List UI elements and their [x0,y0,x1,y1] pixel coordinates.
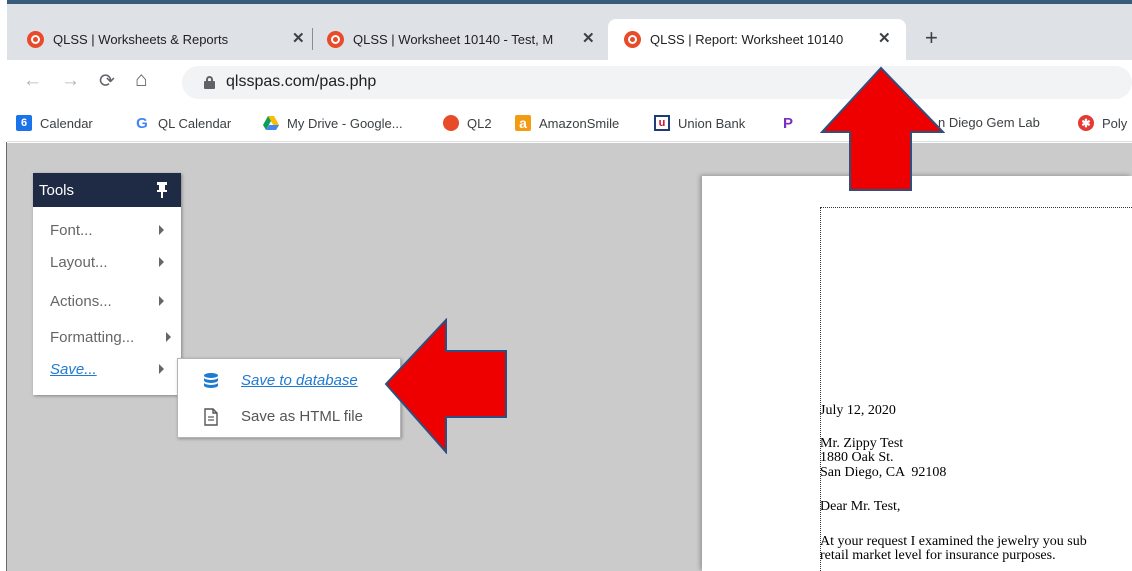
pin-icon[interactable] [157,182,167,198]
report-page [702,176,1132,571]
google-icon: G [136,114,148,132]
bookmark-ql-calendar[interactable]: G QL Calendar [134,114,232,132]
reload-icon[interactable]: ⟳ [99,70,115,93]
qlss-favicon-icon [27,31,44,48]
menu-item-font[interactable]: Font... [33,214,181,246]
google-drive-icon [263,116,279,130]
submenu-label: Save to database [241,372,358,389]
tab-worksheet-10140[interactable]: QLSS | Worksheet 10140 - Test, M ✕ [327,19,607,60]
bookmark-union-bank[interactable]: u Union Bank [654,115,745,131]
address-line: Mr. Zippy Test [820,436,904,451]
tab-title: QLSS | Worksheet 10140 - Test, M [353,32,554,47]
forward-arrow-icon[interactable]: → [61,70,80,92]
bookmark-ql2[interactable]: QL2 [443,115,492,131]
bookmark-amazonsmile[interactable]: a AmazonSmile [515,115,619,131]
menu-item-actions[interactable]: Actions... [33,285,181,317]
browser-toolbar: ← → ⟳ ⌂ qlsspas.com/pas.php [7,60,1132,104]
document-icon [204,408,218,426]
menu-item-label: Save... [50,360,97,378]
menu-item-label: Font... [50,221,93,239]
tools-panel: Tools Font... Layout... Actions... Forma… [33,173,181,395]
menu-item-save[interactable]: Save... [33,353,181,385]
database-icon [204,373,218,388]
submenu-arrow-icon [159,296,164,306]
address-line: 1880 Oak St. [820,450,894,465]
amazon-icon: a [515,115,531,131]
close-icon[interactable]: ✕ [582,29,595,47]
menu-item-formatting[interactable]: Formatting... [33,321,181,353]
menu-item-label: Actions... [50,292,112,310]
bookmark-poly[interactable]: ✱ Poly [1078,115,1127,131]
back-arrow-icon[interactable]: ← [23,70,42,92]
tab-title: QLSS | Worksheets & Reports [53,32,229,47]
bookmark-label: My Drive - Google... [287,115,403,131]
menu-item-label: Layout... [50,253,108,271]
submenu-label: Save as HTML file [241,408,363,425]
url-text: qlsspas.com/pas.php [226,73,377,90]
bookmark-my-drive[interactable]: My Drive - Google... [263,115,403,131]
submenu-arrow-icon [159,257,164,267]
red-up-arrow-icon [820,66,945,191]
bookmarks-bar: 6 Calendar G QL Calendar My Drive - Goog… [7,104,1132,142]
bookmark-paypal[interactable]: P [780,114,804,132]
poly-icon: ✱ [1078,115,1094,131]
bookmark-san-diego-gem-lab[interactable]: n Diego Gem Lab [938,115,1040,130]
home-icon[interactable]: ⌂ [135,68,148,92]
report-content-frame [820,207,1132,571]
tab-report-worksheet-10140[interactable]: QLSS | Report: Worksheet 10140 ✕ [608,19,906,60]
save-to-database-item[interactable]: Save to database [178,363,400,399]
red-left-arrow-icon [384,318,507,454]
tab-worksheets-reports[interactable]: QLSS | Worksheets & Reports ✕ [27,19,317,60]
bookmark-label: AmazonSmile [539,115,620,131]
submenu-arrow-icon [159,225,164,235]
paypal-icon: P [782,114,793,132]
letter-body-line: retail market level for insurance purpos… [820,548,1056,563]
address-bar[interactable]: qlsspas.com/pas.php [182,66,1132,99]
qlss-favicon-icon [327,31,344,48]
tools-header: Tools [33,173,181,207]
address-line: San Diego, CA 92108 [820,465,947,480]
google-calendar-icon: 6 [16,115,32,131]
bookmark-label: QL Calendar [158,115,232,131]
tab-separator [312,28,313,50]
bookmark-label: Poly [1102,115,1128,131]
menu-item-layout[interactable]: Layout... [33,246,181,278]
menu-item-label: Formatting... [50,328,135,346]
union-bank-icon: u [654,115,670,131]
submenu-arrow-icon [166,332,171,342]
qlss-favicon-icon [624,31,641,48]
submenu-arrow-icon [159,364,164,374]
lock-icon[interactable] [204,76,215,89]
bookmark-label: n Diego Gem Lab [938,115,1040,130]
save-as-html-item[interactable]: Save as HTML file [178,399,400,435]
letter-body-line: At your request I examined the jewelry y… [820,534,1087,549]
tools-title: Tools [39,181,75,199]
save-submenu: Save to database Save as HTML file [177,358,401,438]
bookmark-calendar[interactable]: 6 Calendar [16,115,93,131]
close-icon[interactable]: ✕ [292,29,305,47]
bookmark-label: QL2 [467,115,492,131]
new-tab-button[interactable]: + [925,27,938,49]
qlss-icon [443,115,459,131]
letter-salutation: Dear Mr. Test, [820,499,901,514]
bookmark-label: Union Bank [678,115,746,131]
letter-date: July 12, 2020 [820,403,896,418]
tab-title: QLSS | Report: Worksheet 10140 [650,32,844,47]
tab-strip: QLSS | Worksheets & Reports ✕ QLSS | Wor… [7,0,1132,60]
bookmark-label: Calendar [40,115,93,131]
close-icon[interactable]: ✕ [878,29,891,47]
